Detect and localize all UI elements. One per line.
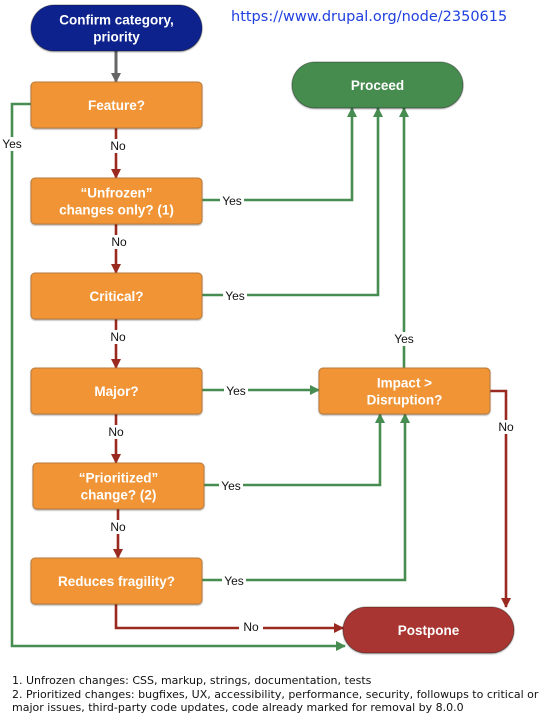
edge-label-yes: Yes <box>226 384 246 398</box>
node-impact-label: Impact > <box>377 376 432 391</box>
edge-label-yes: Yes <box>394 332 414 346</box>
node-major: Major? <box>30 367 203 415</box>
edge-label-no: No <box>108 425 124 439</box>
edges-layer <box>10 51 511 651</box>
edge-fragility-postpone <box>114 604 344 633</box>
edge-label-no: No <box>110 330 126 344</box>
node-critical-label: Critical? <box>89 289 143 304</box>
node-proceed-label: Proceed <box>351 78 404 93</box>
node-unfrozen-label: changes only? (1) <box>59 203 174 218</box>
node-feature: Feature? <box>30 81 203 129</box>
edge-label-no: No <box>498 420 514 434</box>
edge-label-yes: Yes <box>222 194 242 208</box>
node-postpone: Postpone <box>342 606 515 654</box>
edge-label-yes: Yes <box>225 289 245 303</box>
footnote-2: 2. Prioritized changes: bugfixes, UX, ac… <box>12 687 542 715</box>
edge-label-yes: Yes <box>221 479 241 493</box>
flowchart: Confirm category, priority Feature? “Unfroz… <box>0 4 518 654</box>
footnote-1: 1. Unfrozen changes: CSS, markup, string… <box>12 674 372 687</box>
node-unfrozen-label: “Unfrozen” <box>81 186 153 201</box>
node-feature-label: Feature? <box>88 98 145 113</box>
node-prioritized: “Prioritized” change? (2) <box>32 462 205 510</box>
edge-label-yes: Yes <box>2 137 22 151</box>
edge-label-no: No <box>243 620 259 634</box>
edge-label-no: No <box>110 520 126 534</box>
node-impact: Impact > Disruption? <box>318 367 491 415</box>
edge-label-no: No <box>111 235 127 249</box>
source-url-link[interactable]: https://www.drupal.org/node/2350615 <box>231 9 507 25</box>
node-major-label: Major? <box>94 384 138 399</box>
node-unfrozen: “Unfrozen” changes only? (1) <box>30 177 203 225</box>
footnotes: 1. Unfrozen changes: CSS, markup, string… <box>12 674 552 715</box>
edge-prioritized-impact <box>204 413 385 487</box>
node-fragility: Reduces fragility? <box>30 557 203 605</box>
node-start: Confirm category, priority <box>30 4 203 52</box>
edge-label-yes: Yes <box>224 574 244 588</box>
node-proceed: Proceed <box>291 61 464 109</box>
edge-unfrozen-proceed <box>202 107 357 202</box>
nodes-layer: Confirm category, priority Feature? “Unfroz… <box>30 4 515 654</box>
node-start-label: priority <box>93 30 140 45</box>
node-fragility-label: Reduces fragility? <box>58 574 175 589</box>
node-start-label: Confirm category, <box>59 13 174 28</box>
edge-label-no: No <box>110 139 126 153</box>
node-prioritized-label: “Prioritized” <box>79 471 159 486</box>
node-impact-label: Disruption? <box>367 393 443 408</box>
edge-fragility-impact <box>202 413 410 582</box>
node-critical: Critical? <box>30 272 203 320</box>
node-postpone-label: Postpone <box>398 623 460 638</box>
node-prioritized-label: change? (2) <box>81 488 157 503</box>
